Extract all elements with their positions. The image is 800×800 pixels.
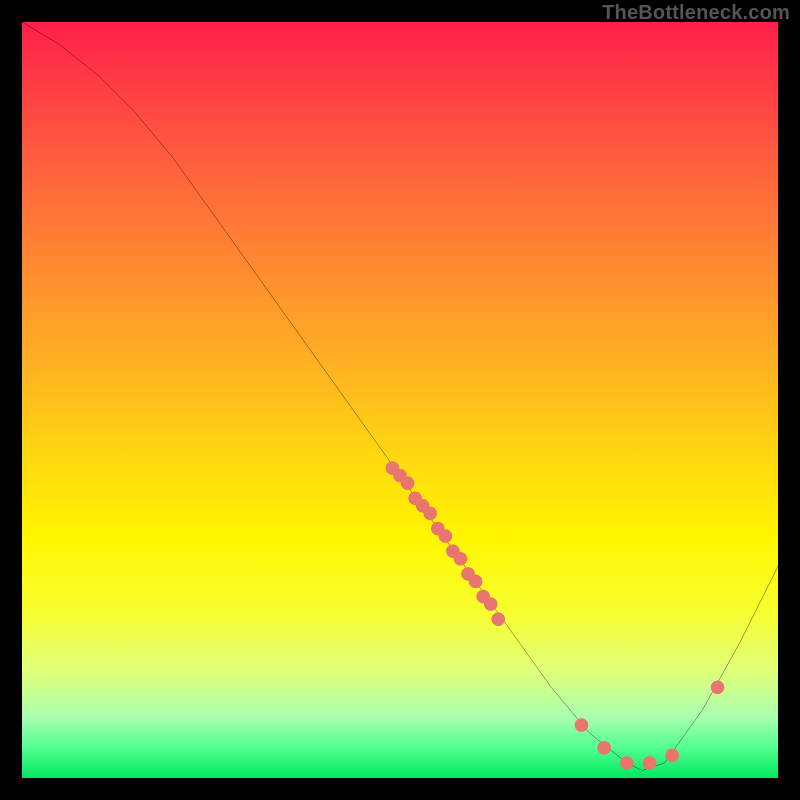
highlight-marker <box>469 575 483 589</box>
highlight-marker <box>575 718 589 732</box>
highlight-marker <box>597 741 611 755</box>
highlight-marker <box>711 680 725 694</box>
highlight-marker <box>401 476 415 490</box>
highlight-marker <box>665 749 679 763</box>
highlight-marker <box>643 756 657 770</box>
marker-group <box>386 461 725 769</box>
highlight-marker <box>491 612 505 626</box>
highlight-marker <box>454 552 468 566</box>
highlight-marker <box>620 756 634 770</box>
highlight-marker <box>439 529 453 543</box>
chart-frame: TheBottleneck.com <box>0 0 800 800</box>
plot-area <box>22 22 778 778</box>
highlight-marker <box>423 507 437 521</box>
highlight-marker <box>484 597 498 611</box>
chart-svg <box>22 22 778 778</box>
bottleneck-curve-path <box>22 22 778 770</box>
